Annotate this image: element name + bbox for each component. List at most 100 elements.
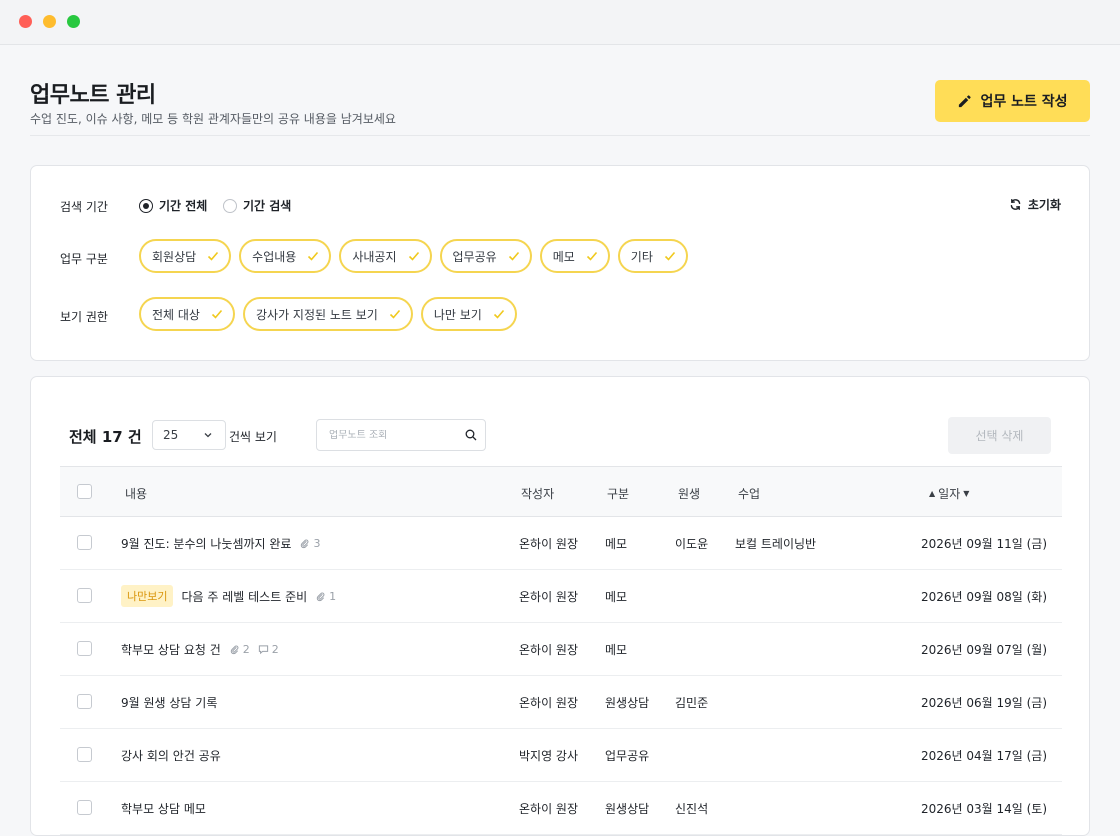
maximize-window-button[interactable] <box>67 15 80 28</box>
student-cell: 신진석 <box>675 802 709 816</box>
note-title-cell[interactable]: 9월 진도: 분수의 나눗셈까지 완료 3 <box>121 535 320 552</box>
note-title: 학부모 상담 요청 건 <box>121 643 221 657</box>
reset-button[interactable]: 초기화 <box>1009 196 1061 213</box>
category-cell: 메모 <box>605 590 628 604</box>
author-cell: 온하이 원장 <box>519 696 579 710</box>
row-checkbox[interactable] <box>77 800 92 815</box>
category-cell: 업무공유 <box>605 749 650 763</box>
column-date-sort[interactable]: ▲ 일자 ▼ <box>929 485 969 502</box>
search-icon[interactable] <box>465 429 477 441</box>
write-note-button[interactable]: 업무 노트 작성 <box>935 80 1090 122</box>
page-header: 업무노트 관리 수업 진도, 이슈 사항, 메모 등 학원 관계자들만의 공유 … <box>30 45 1090 136</box>
note-title: 학부모 상담 메모 <box>121 802 206 816</box>
column-content: 내용 <box>125 487 148 501</box>
pencil-icon <box>959 94 972 107</box>
column-student: 원생 <box>678 487 701 501</box>
row-checkbox[interactable] <box>77 641 92 656</box>
student-cell: 이도윤 <box>675 537 709 551</box>
period-search-label: 기간 검색 <box>243 199 292 213</box>
chip-category-memo[interactable]: 메모 <box>539 239 610 273</box>
page-size-value: 25 <box>163 428 179 442</box>
note-title-cell[interactable]: 학부모 상담 요청 건 22 <box>121 641 279 658</box>
category-chips: 회원상담 수업내용 사내공지 업무공유 메모 기타 <box>139 239 688 273</box>
check-icon <box>508 251 519 261</box>
chip-category-notice[interactable]: 사내공지 <box>339 239 432 273</box>
category-label: 업무 구분 <box>60 252 108 266</box>
page-title: 업무노트 관리 <box>30 83 156 108</box>
period-all-radio[interactable]: 기간 전체 <box>139 197 207 214</box>
comment-icon <box>258 645 268 655</box>
search-input[interactable] <box>329 429 465 441</box>
check-icon <box>208 251 219 261</box>
search-box <box>316 419 486 451</box>
class-cell: 보컬 트레이닝반 <box>735 537 817 551</box>
check-icon <box>308 251 319 261</box>
chip-category-lesson[interactable]: 수업내용 <box>239 239 332 273</box>
date-cell: 2026년 06월 19일 (금) <box>920 696 1047 710</box>
row-checkbox[interactable] <box>77 535 92 550</box>
reset-label: 초기화 <box>1027 198 1061 212</box>
column-date: 일자 <box>938 487 961 501</box>
chip-permission-all[interactable]: 전체 대상 <box>139 297 235 331</box>
attachment-count: 3 <box>299 537 320 550</box>
note-title-cell[interactable]: 강사 회의 안건 공유 <box>121 747 221 764</box>
check-icon <box>389 309 400 319</box>
check-icon <box>493 309 504 319</box>
minimize-window-button[interactable] <box>43 15 56 28</box>
paperclip-icon <box>230 645 239 655</box>
row-checkbox[interactable] <box>77 747 92 762</box>
date-cell: 2026년 09월 11일 (금) <box>920 537 1047 551</box>
author-cell: 온하이 원장 <box>519 537 579 551</box>
author-cell: 온하이 원장 <box>519 802 579 816</box>
chip-permission-teacher[interactable]: 강사가 지정된 노트 보기 <box>242 297 413 331</box>
table-row[interactable]: 나만보기 다음 주 레벨 테스트 준비 1 온하이 원장 메모 2026년 09월 08일… <box>60 570 1062 623</box>
table-row[interactable]: 강사 회의 안건 공유 박지영 강사 업무공유 2026년 04월 17일 (금) <box>60 729 1062 782</box>
note-title-cell[interactable]: 학부모 상담 메모 <box>121 800 206 817</box>
window-titlebar <box>0 0 1120 45</box>
page-size-select[interactable]: 25 <box>152 420 226 450</box>
note-title: 9월 진도: 분수의 나눗셈까지 완료 <box>121 537 292 551</box>
note-title-cell[interactable]: 9월 원생 상담 기록 <box>121 694 217 711</box>
note-list-panel: 전체 17 건 25 건씩 보기 선택 삭제 내용 작성자 구분 원생 수업 ▲… <box>30 376 1090 836</box>
note-title: 9월 원생 상담 기록 <box>121 696 218 710</box>
table-row[interactable]: 학부모 상담 메모 온하이 원장 원생상담 신진석 2026년 03월 14일 (토) <box>60 782 1062 835</box>
close-window-button[interactable] <box>19 15 32 28</box>
chip-category-share[interactable]: 업무공유 <box>439 239 532 273</box>
radio-unselected-icon <box>223 198 237 213</box>
total-count: 전체 17 건 <box>69 428 142 446</box>
check-icon <box>664 251 675 261</box>
author-cell: 박지영 강사 <box>519 749 579 763</box>
permission-label: 보기 권한 <box>60 310 108 324</box>
note-title-cell[interactable]: 나만보기 다음 주 레벨 테스트 준비 1 <box>121 585 336 607</box>
category-cell: 메모 <box>605 537 628 551</box>
attachment-count: 1 <box>315 590 336 603</box>
table-row[interactable]: 9월 원생 상담 기록 온하이 원장 원생상담 김민준 2026년 06월 19일 (금… <box>60 676 1062 729</box>
filter-panel: 검색 기간 기간 전체 기간 검색 초기화 업무 구분 회원상담 수업내용 사내… <box>30 165 1090 361</box>
check-icon <box>211 309 223 319</box>
sort-up-icon: ▲ <box>929 489 936 498</box>
page-subtitle: 수업 진도, 이슈 사항, 메모 등 학원 관계자들만의 공유 내용을 남겨보세… <box>30 112 396 126</box>
table-row[interactable]: 9월 진도: 분수의 나눗셈까지 완료 3 온하이 원장 메모 이도윤 보컬 트레이닝반 2… <box>60 517 1062 570</box>
check-icon <box>586 251 597 261</box>
category-cell: 메모 <box>605 643 628 657</box>
private-tag-badge: 나만보기 <box>121 585 174 607</box>
delete-selected-button[interactable]: 선택 삭제 <box>948 417 1051 454</box>
period-search-radio[interactable]: 기간 검색 <box>223 197 291 214</box>
paperclip-icon <box>316 591 325 601</box>
chevron-down-icon <box>204 433 212 438</box>
author-cell: 온하이 원장 <box>519 643 579 657</box>
select-all-checkbox[interactable] <box>77 484 92 499</box>
permission-chips: 전체 대상 강사가 지정된 노트 보기 나만 보기 <box>139 297 517 331</box>
category-cell: 원생상담 <box>605 802 650 816</box>
refresh-icon <box>1010 199 1021 210</box>
date-cell: 2026년 03월 14일 (토) <box>920 802 1047 816</box>
table-row[interactable]: 학부모 상담 요청 건 2 2 온하이 원장 메모 2026년 09월 07일 (월) <box>60 623 1062 676</box>
row-checkbox[interactable] <box>77 588 92 603</box>
radio-selected-icon <box>139 198 153 213</box>
chip-permission-private[interactable]: 나만 보기 <box>420 297 517 331</box>
table-body: 9월 진도: 분수의 나눗셈까지 완료 3 온하이 원장 메모 이도윤 보컬 트레이닝반 2… <box>60 517 1062 835</box>
chip-category-etc[interactable]: 기타 <box>617 239 688 273</box>
date-cell: 2026년 09월 07일 (월) <box>920 643 1047 657</box>
row-checkbox[interactable] <box>77 694 92 709</box>
chip-category-consult[interactable]: 회원상담 <box>139 239 232 273</box>
